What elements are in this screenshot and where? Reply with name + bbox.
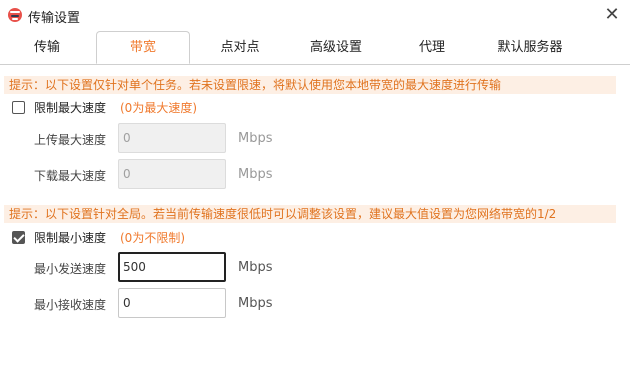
limit-max-speed-row[interactable]: 限制最大速度 (0为最大速度) [12,99,272,117]
receive-min-unit: Mbps [238,296,273,311]
send-min-unit: Mbps [238,260,273,275]
upload-max-label: 上传最大速度 [34,133,107,147]
receive-min-label: 最小接收速度 [34,298,107,312]
tab-bar: 传输 带宽 点对点 高级设置 代理 默认服务器 [0,31,630,65]
max-speed-tip: 提示：以下设置仅针对单个任务。若未设置限速，将默认使用您本地带宽的最大速度进行传… [4,76,616,94]
window-title: 传输设置 [28,11,81,26]
download-max-label: 下载最大速度 [34,169,107,183]
tab-default-server[interactable]: 默认服务器 [482,32,578,63]
upload-max-input[interactable]: 0 [118,123,226,153]
tab-advanced[interactable]: 高级设置 [296,32,376,63]
send-min-label: 最小发送速度 [34,262,107,276]
limit-min-speed-checkbox[interactable] [12,231,25,244]
min-speed-hint: (0为不限制) [120,231,185,245]
limit-min-speed-label: 限制最小速度 [34,231,107,245]
download-max-unit: Mbps [238,167,273,182]
download-max-input[interactable]: 0 [118,159,226,189]
max-speed-hint: (0为最大速度) [120,101,197,115]
tab-proxy[interactable]: 代理 [400,32,464,63]
limit-max-speed-label: 限制最大速度 [34,101,107,115]
app-logo-icon [8,8,22,22]
tab-p2p[interactable]: 点对点 [206,32,274,63]
send-min-input[interactable]: 500 [118,252,226,282]
receive-min-input[interactable]: 0 [118,288,226,318]
title-bar: 传输设置 ✕ [0,0,630,30]
min-speed-tip: 提示：以下设置针对全局。若当前传输速度很低时可以调整该设置，建议最大值设置为您网… [4,205,616,223]
upload-max-unit: Mbps [238,131,273,146]
close-icon[interactable]: ✕ [600,3,624,27]
limit-min-speed-row[interactable]: 限制最小速度 (0为不限制) [12,229,272,247]
tab-bandwidth[interactable]: 带宽 [96,31,190,64]
tab-transfer[interactable]: 传输 [14,32,80,63]
limit-max-speed-checkbox[interactable] [12,101,25,114]
